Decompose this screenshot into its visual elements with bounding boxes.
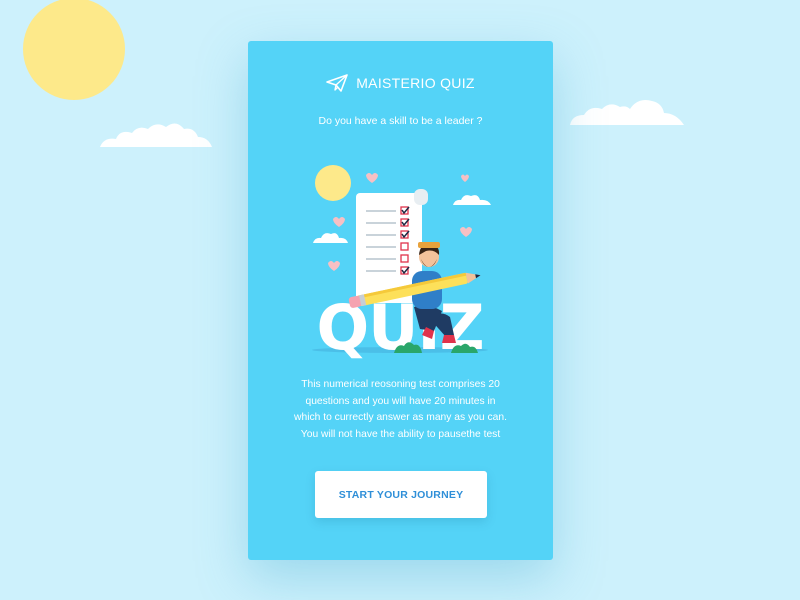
description-line: questions and you will have 20 minutes i…	[305, 395, 496, 407]
small-cloud-left-icon	[313, 233, 348, 243]
quiz-question: Do you have a skill to be a leader ?	[318, 115, 483, 127]
cloud-right-icon	[570, 100, 684, 125]
description-line: You will not have the ability to pauseth…	[300, 428, 501, 440]
start-journey-button[interactable]: START YOUR JOURNEY	[315, 471, 487, 518]
quiz-card: MAISTERIO QUIZ Do you have a skill to be…	[248, 41, 553, 560]
cloud-left-icon	[100, 123, 212, 147]
paper-plane-icon	[326, 74, 349, 92]
sun-decoration	[23, 0, 125, 100]
small-cloud-right-icon	[453, 195, 491, 205]
app-header: MAISTERIO QUIZ	[248, 74, 553, 92]
description-line: This numerical reosoning test comprises …	[301, 379, 500, 390]
illustration-sun-icon	[315, 165, 351, 201]
quiz-description: This numerical reosoning test comprises …	[276, 377, 525, 443]
quiz-illustration: QUIZ	[312, 165, 491, 359]
description-line: which to currectly answer as many as you…	[294, 412, 507, 423]
brand-name: MAISTERIO QUIZ	[356, 75, 475, 91]
